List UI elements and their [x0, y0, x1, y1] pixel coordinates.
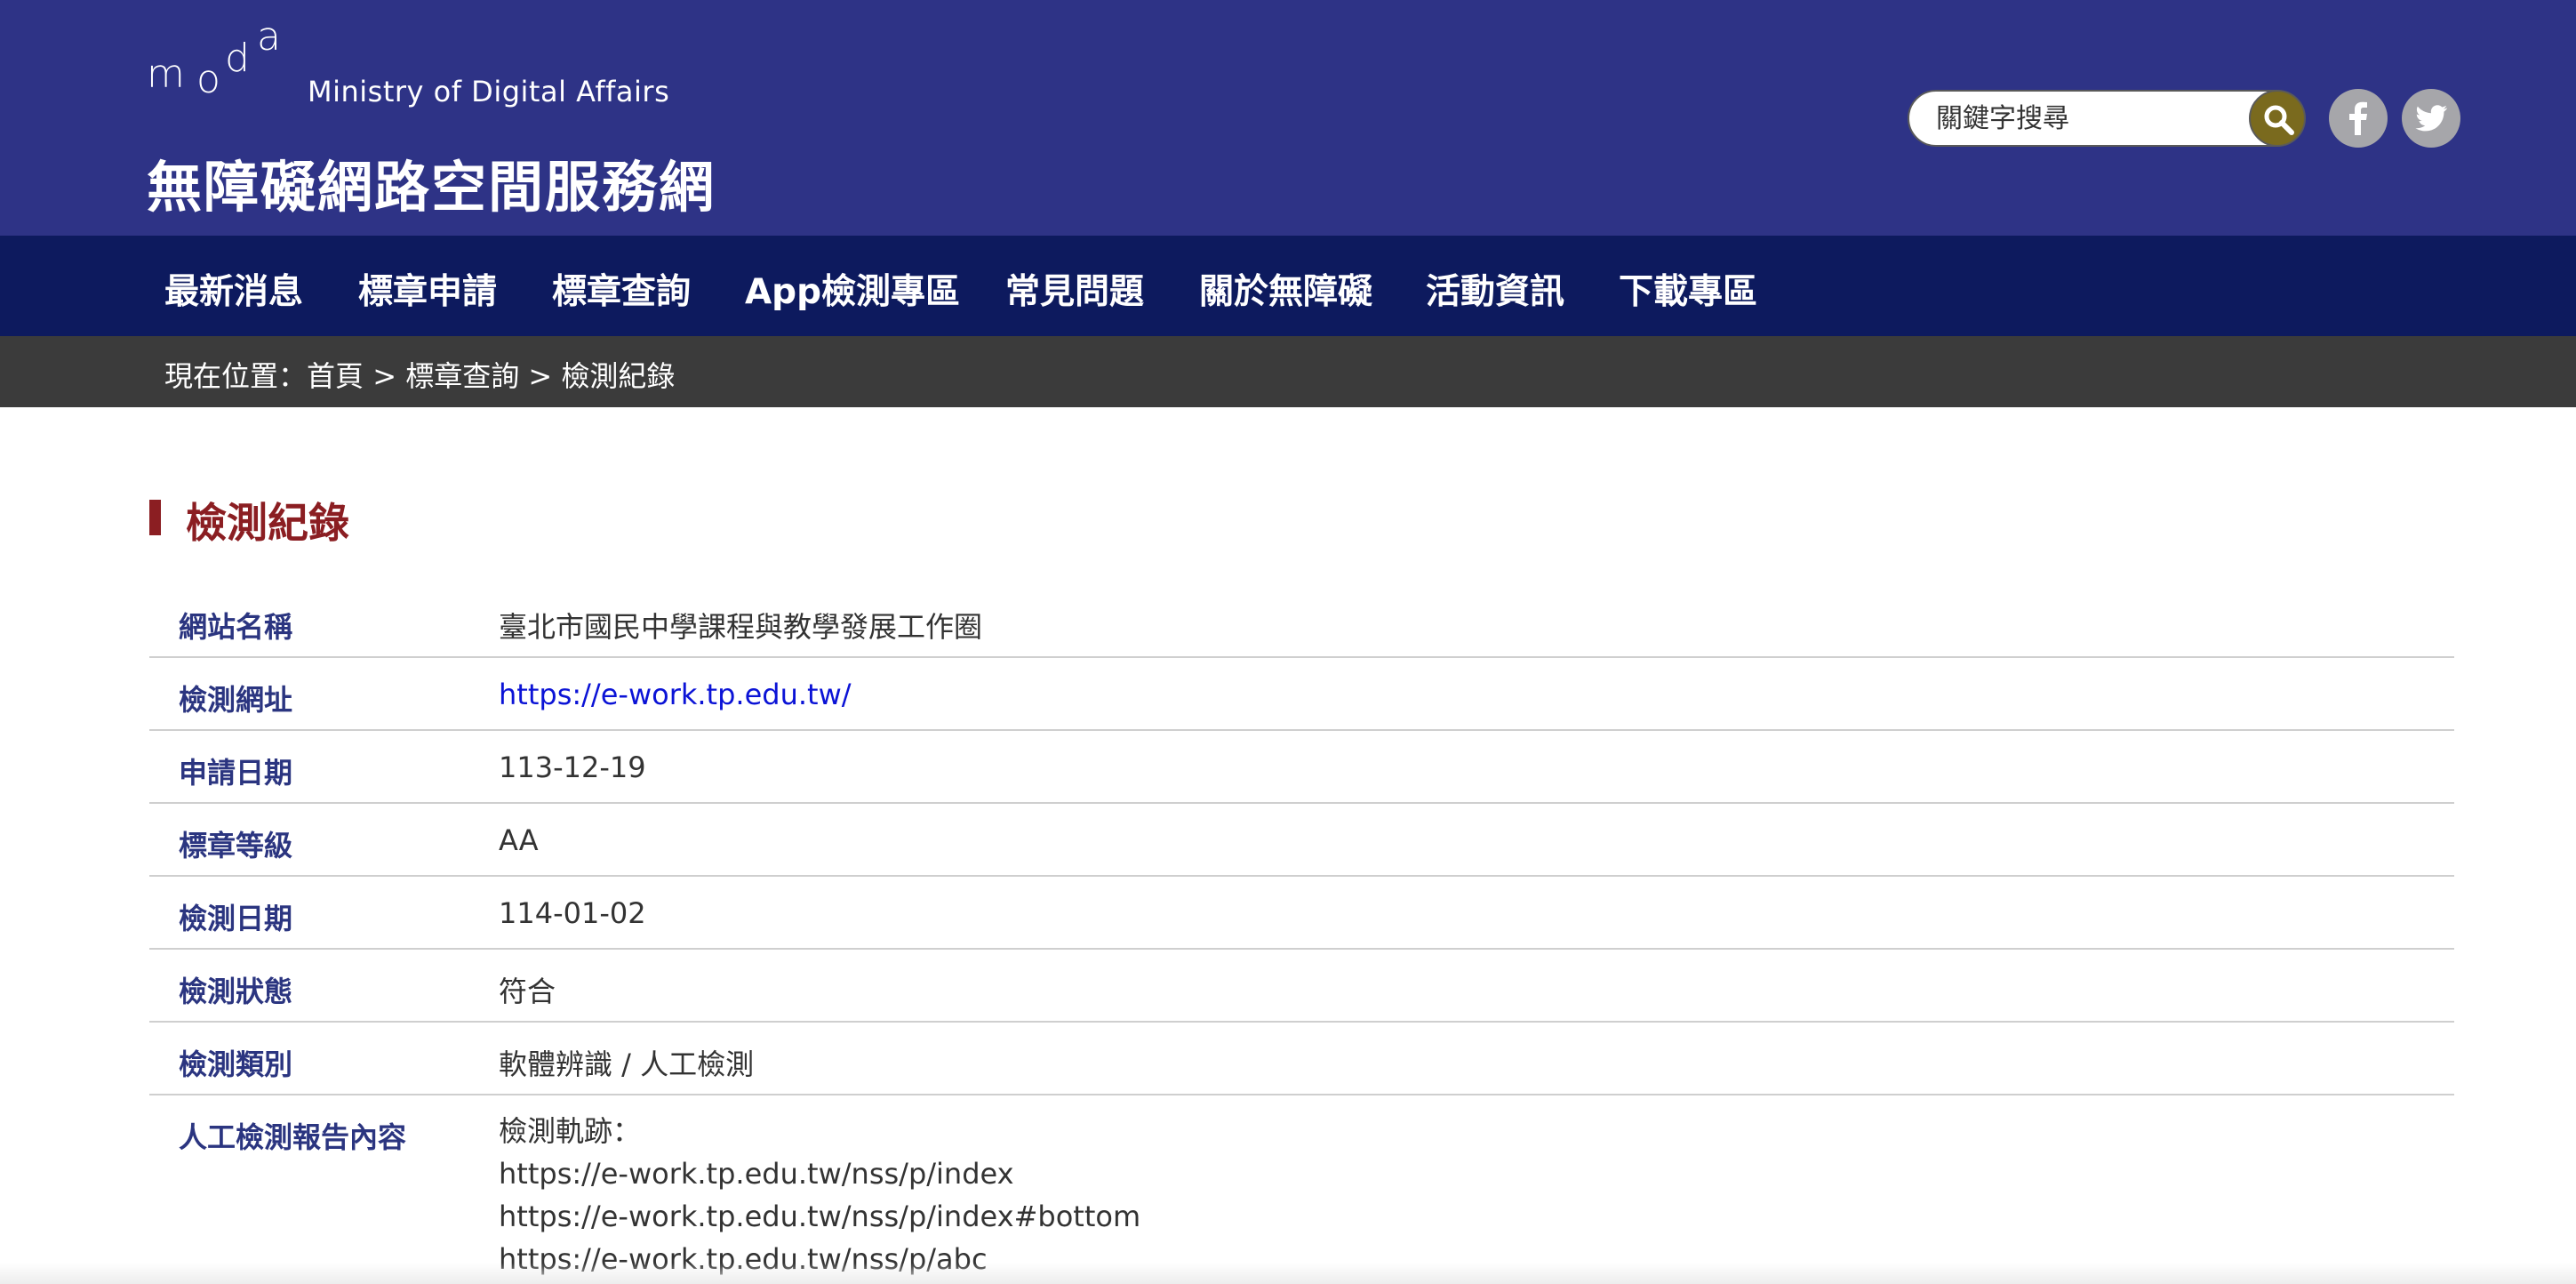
row-label-site-name: 網站名稱 — [179, 610, 293, 644]
row-value-url: https://e-work.tp.edu.tw/ — [499, 678, 852, 711]
nav-item-downloads[interactable]: 下載專區 — [1619, 264, 1757, 314]
row-value-site-name: 臺北市國民中學課程與教學發展工作圈 — [499, 610, 983, 644]
breadcrumb: 現在位置：首頁 > 標章查詢 > 檢測紀錄 — [164, 354, 675, 395]
table-row: 人工檢測報告內容 檢測軌跡： https://e-work.tp.edu.tw/… — [149, 1095, 2454, 1276]
table-row: 檢測狀態 符合 — [149, 950, 2454, 1023]
report-line: 檢測軌跡： — [499, 1114, 642, 1148]
logo-letter-d: d — [225, 36, 250, 81]
facebook-button[interactable] — [2329, 89, 2388, 148]
nav-item-events[interactable]: 活動資訊 — [1426, 264, 1564, 314]
table-row: 網站名稱 臺北市國民中學課程與教學發展工作圈 — [149, 585, 2454, 658]
heading-accent-bar — [149, 500, 161, 535]
nav-item-badge-apply[interactable]: 標章申請 — [358, 264, 497, 314]
row-label-apply-date: 申請日期 — [179, 756, 293, 790]
record-table: 網站名稱 臺北市國民中學課程與教學發展工作圈 檢測網址 https://e-wo… — [149, 585, 2454, 1276]
row-label-test-status: 檢測狀態 — [179, 975, 293, 1008]
page-title: 檢測紀錄 — [186, 499, 349, 547]
breadcrumb-separator: > — [519, 359, 562, 393]
row-value-test-date: 114-01-02 — [499, 896, 646, 930]
search-button[interactable] — [2249, 90, 2306, 147]
breadcrumb-home[interactable]: 首頁 — [307, 359, 364, 393]
row-label-test-date: 檢測日期 — [179, 902, 293, 935]
row-value-test-type: 軟體辨識 / 人工檢測 — [499, 1047, 755, 1081]
row-value-badge-level: AA — [499, 823, 539, 857]
row-label-test-type: 檢測類別 — [179, 1047, 293, 1081]
nav-item-faq[interactable]: 常見問題 — [1005, 264, 1144, 314]
logo-letter-a: a — [257, 14, 281, 60]
breadcrumb-bar: 現在位置：首頁 > 標章查詢 > 檢測紀錄 — [0, 336, 2576, 407]
breadcrumb-separator: > — [364, 359, 406, 393]
logo-letter-m: m — [147, 52, 185, 97]
logo-letter-o: o — [196, 57, 220, 102]
nav-item-app-testing[interactable]: App檢測專區 — [745, 264, 960, 314]
nav-item-news[interactable]: 最新消息 — [164, 264, 303, 314]
search-input[interactable] — [1936, 99, 2229, 138]
row-value-report: 檢測軌跡： https://e-work.tp.edu.tw/nss/p/ind… — [499, 1110, 1140, 1280]
moda-logo[interactable]: m o d a — [147, 18, 289, 114]
site-url-link[interactable]: https://e-work.tp.edu.tw/ — [499, 678, 852, 711]
table-row: 檢測類別 軟體辨識 / 人工檢測 — [149, 1023, 2454, 1095]
table-row: 標章等級 AA — [149, 804, 2454, 877]
main-nav: 最新消息 標章申請 標章查詢 App檢測專區 常見問題 關於無障礙 活動資訊 下… — [0, 236, 2576, 336]
breadcrumb-badge-search[interactable]: 標章查詢 — [405, 359, 519, 393]
search-icon — [2264, 105, 2294, 135]
scroll-fade — [0, 1263, 2576, 1284]
row-label-url: 檢測網址 — [179, 683, 293, 717]
search-box — [1908, 90, 2304, 147]
row-value-apply-date: 113-12-19 — [499, 750, 646, 784]
twitter-icon — [2415, 105, 2448, 132]
breadcrumb-prefix: 現在位置： — [164, 359, 308, 393]
site-header: m o d a Ministry of Digital Affairs 無障礙網… — [0, 0, 2576, 236]
site-title[interactable]: 無障礙網路空間服務網 — [147, 142, 716, 222]
facebook-icon — [2349, 101, 2367, 135]
table-row: 申請日期 113-12-19 — [149, 731, 2454, 804]
row-label-report: 人工檢測報告內容 — [179, 1120, 407, 1154]
row-label-badge-level: 標章等級 — [179, 829, 293, 863]
nav-item-badge-search[interactable]: 標章查詢 — [552, 264, 691, 314]
report-line: https://e-work.tp.edu.tw/nss/p/index — [499, 1157, 1014, 1191]
nav-item-about[interactable]: 關於無障礙 — [1199, 264, 1372, 314]
ministry-name: Ministry of Digital Affairs — [308, 75, 670, 108]
table-row: 檢測日期 114-01-02 — [149, 877, 2454, 950]
twitter-button[interactable] — [2402, 89, 2460, 148]
row-value-test-status: 符合 — [499, 975, 556, 1008]
breadcrumb-current: 檢測紀錄 — [561, 359, 676, 393]
table-row: 檢測網址 https://e-work.tp.edu.tw/ — [149, 658, 2454, 731]
report-line: https://e-work.tp.edu.tw/nss/p/index#bot… — [499, 1200, 1141, 1233]
